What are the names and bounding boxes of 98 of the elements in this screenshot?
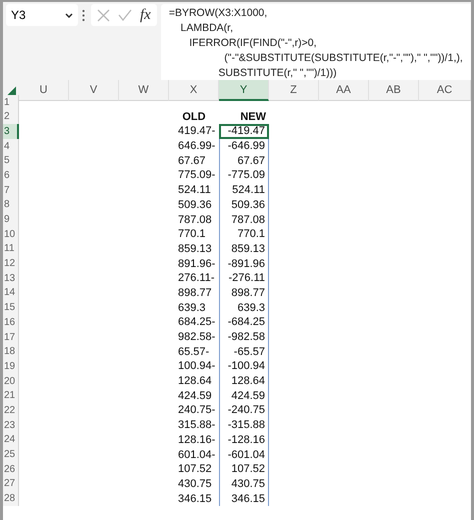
table-cell-text: 65.57- bbox=[177, 344, 210, 360]
table-cell-text: 128.16- bbox=[177, 432, 216, 448]
table-cell[interactable]: 509.36 bbox=[219, 198, 269, 212]
column-header[interactable]: Z bbox=[269, 80, 319, 101]
column-header[interactable]: V bbox=[69, 80, 119, 101]
column-header[interactable]: X bbox=[169, 80, 219, 101]
row-header[interactable]: 10 bbox=[3, 226, 19, 242]
row-header[interactable]: 11 bbox=[3, 242, 19, 256]
table-cell[interactable]: 67.67 bbox=[219, 153, 269, 168]
table-cell[interactable]: -128.16 bbox=[219, 432, 269, 448]
table-cell-text: 601.04- bbox=[177, 448, 216, 462]
column-title: OLD bbox=[181, 110, 207, 124]
table-cell[interactable]: -601.04 bbox=[219, 447, 269, 462]
row-header[interactable]: 4 bbox=[3, 138, 19, 154]
row-header[interactable]: 28 bbox=[3, 491, 19, 506]
name-box[interactable]: Y3 bbox=[6, 4, 78, 26]
table-cell-text: 509.36 bbox=[177, 198, 213, 212]
column-title: NEW bbox=[239, 110, 267, 124]
row-header[interactable]: 2 bbox=[3, 109, 19, 124]
row-header[interactable]: 18 bbox=[3, 344, 19, 360]
table-cell-text: 891.96- bbox=[177, 256, 216, 271]
table-cell[interactable]: -684.25 bbox=[219, 315, 269, 330]
row-header[interactable]: 24 bbox=[3, 432, 19, 448]
row-header[interactable]: 3 bbox=[3, 124, 19, 139]
table-cell[interactable]: 128.64 bbox=[219, 374, 269, 388]
table-cell[interactable]: 424.59 bbox=[219, 388, 269, 404]
row-header[interactable]: 1 bbox=[3, 94, 19, 110]
table-cell[interactable]: 787.08 bbox=[219, 212, 269, 227]
table-cell[interactable]: -240.75 bbox=[219, 403, 269, 418]
table-cell-text: 859.13 bbox=[177, 242, 213, 256]
table-cell-text: 898.77 bbox=[177, 286, 213, 300]
row-header[interactable]: 21 bbox=[3, 388, 19, 404]
row-header[interactable]: 25 bbox=[3, 447, 19, 462]
table-cell-text: 775.09- bbox=[177, 168, 216, 183]
table-cell[interactable]: -982.58 bbox=[219, 330, 269, 344]
table-cell-text: 524.11 bbox=[177, 183, 212, 198]
cell-reference: Y3 bbox=[11, 8, 26, 22]
table-cell-text: 424.59 bbox=[177, 388, 213, 404]
row-header[interactable]: 13 bbox=[3, 270, 19, 286]
row-header[interactable]: 26 bbox=[3, 462, 19, 477]
column-header[interactable]: W bbox=[119, 80, 169, 101]
row-header[interactable]: 23 bbox=[3, 418, 19, 432]
table-cell[interactable]: 770.1 bbox=[219, 226, 269, 242]
row-header[interactable]: 8 bbox=[3, 198, 19, 212]
table-cell-text: 430.75 bbox=[177, 476, 213, 492]
column-header[interactable]: Y bbox=[219, 80, 269, 101]
table-cell-text: 639.3 bbox=[177, 300, 207, 315]
table-cell-text: 100.94- bbox=[177, 359, 216, 374]
column-header[interactable]: AA bbox=[319, 80, 369, 101]
row-header[interactable]: 17 bbox=[3, 330, 19, 344]
table-cell-text: 646.99- bbox=[177, 139, 216, 154]
table-cell[interactable]: 430.75 bbox=[219, 476, 269, 492]
table-cell[interactable]: -100.94 bbox=[219, 359, 269, 374]
table-cell[interactable]: -65.57 bbox=[219, 344, 269, 360]
row-header[interactable]: 20 bbox=[3, 374, 19, 388]
table-cell-text: 67.67 bbox=[177, 154, 207, 168]
row-header[interactable]: 6 bbox=[3, 168, 19, 183]
check-icon[interactable] bbox=[118, 9, 132, 21]
row-header[interactable]: 19 bbox=[3, 359, 19, 374]
table-cell[interactable]: -315.88 bbox=[219, 418, 269, 432]
row-header[interactable]: 27 bbox=[3, 476, 19, 492]
table-cell[interactable]: 107.52 bbox=[219, 462, 269, 477]
table-cell[interactable]: -646.99 bbox=[219, 138, 269, 154]
row-header[interactable]: 7 bbox=[3, 182, 19, 198]
row-header[interactable]: 15 bbox=[3, 300, 19, 315]
more-options-icon[interactable] bbox=[82, 8, 85, 22]
table-cell-text: 770.1 bbox=[177, 227, 207, 242]
table-cell[interactable]: 898.77 bbox=[219, 286, 269, 300]
table-cell[interactable]: -775.09 bbox=[219, 168, 269, 183]
row-header[interactable]: 12 bbox=[3, 256, 19, 271]
column-header[interactable]: U bbox=[19, 80, 69, 101]
table-cell-text: 107.52 bbox=[177, 462, 213, 477]
row-header[interactable]: 14 bbox=[3, 286, 19, 300]
table-cell-text: 315.88- bbox=[177, 418, 216, 432]
row-header[interactable]: 5 bbox=[3, 153, 19, 168]
formula-field[interactable]: =BYROW(X3:X1000, LAMBDA(r, IFERROR(IF(FIND("-",r)>0, ("-"&SUBSTITUTE(SUBSTITUTE(r,"-","")," ",""))/1,), SUBSTITUTE(r," ","")/1))) bbox=[160, 4, 471, 82]
table-cell-text: 419.47- bbox=[177, 124, 216, 139]
table-cell[interactable]: 639.3 bbox=[219, 300, 269, 315]
column-header[interactable]: AB bbox=[369, 80, 419, 101]
row-header[interactable]: 9 bbox=[3, 212, 19, 227]
table-cell[interactable]: -891.96 bbox=[219, 256, 269, 271]
table-cell[interactable]: 859.13 bbox=[219, 242, 269, 256]
dropdown-icon[interactable] bbox=[65, 12, 73, 18]
table-cell-text: 684.25- bbox=[177, 315, 216, 330]
column-header[interactable]: AC bbox=[419, 80, 471, 101]
table-cell-text: 787.08 bbox=[177, 212, 213, 227]
table-cell[interactable]: -276.11 bbox=[219, 270, 269, 286]
table-cell[interactable]: 346.15 bbox=[219, 491, 269, 506]
table-cell-text: 240.75- bbox=[177, 403, 216, 418]
table-cell-text: 982.58- bbox=[177, 330, 216, 344]
row-header[interactable]: 16 bbox=[3, 315, 19, 330]
table-cell[interactable]: -419.47 bbox=[219, 124, 269, 139]
insert-function-button[interactable]: fx bbox=[140, 6, 151, 24]
table-cell-text: 346.15 bbox=[177, 492, 213, 506]
table-cell-text: 276.11- bbox=[177, 271, 216, 286]
row-header[interactable]: 22 bbox=[3, 403, 19, 418]
table-cell-text: 128.64 bbox=[177, 374, 213, 388]
table-cell[interactable]: 524.11 bbox=[219, 182, 269, 198]
